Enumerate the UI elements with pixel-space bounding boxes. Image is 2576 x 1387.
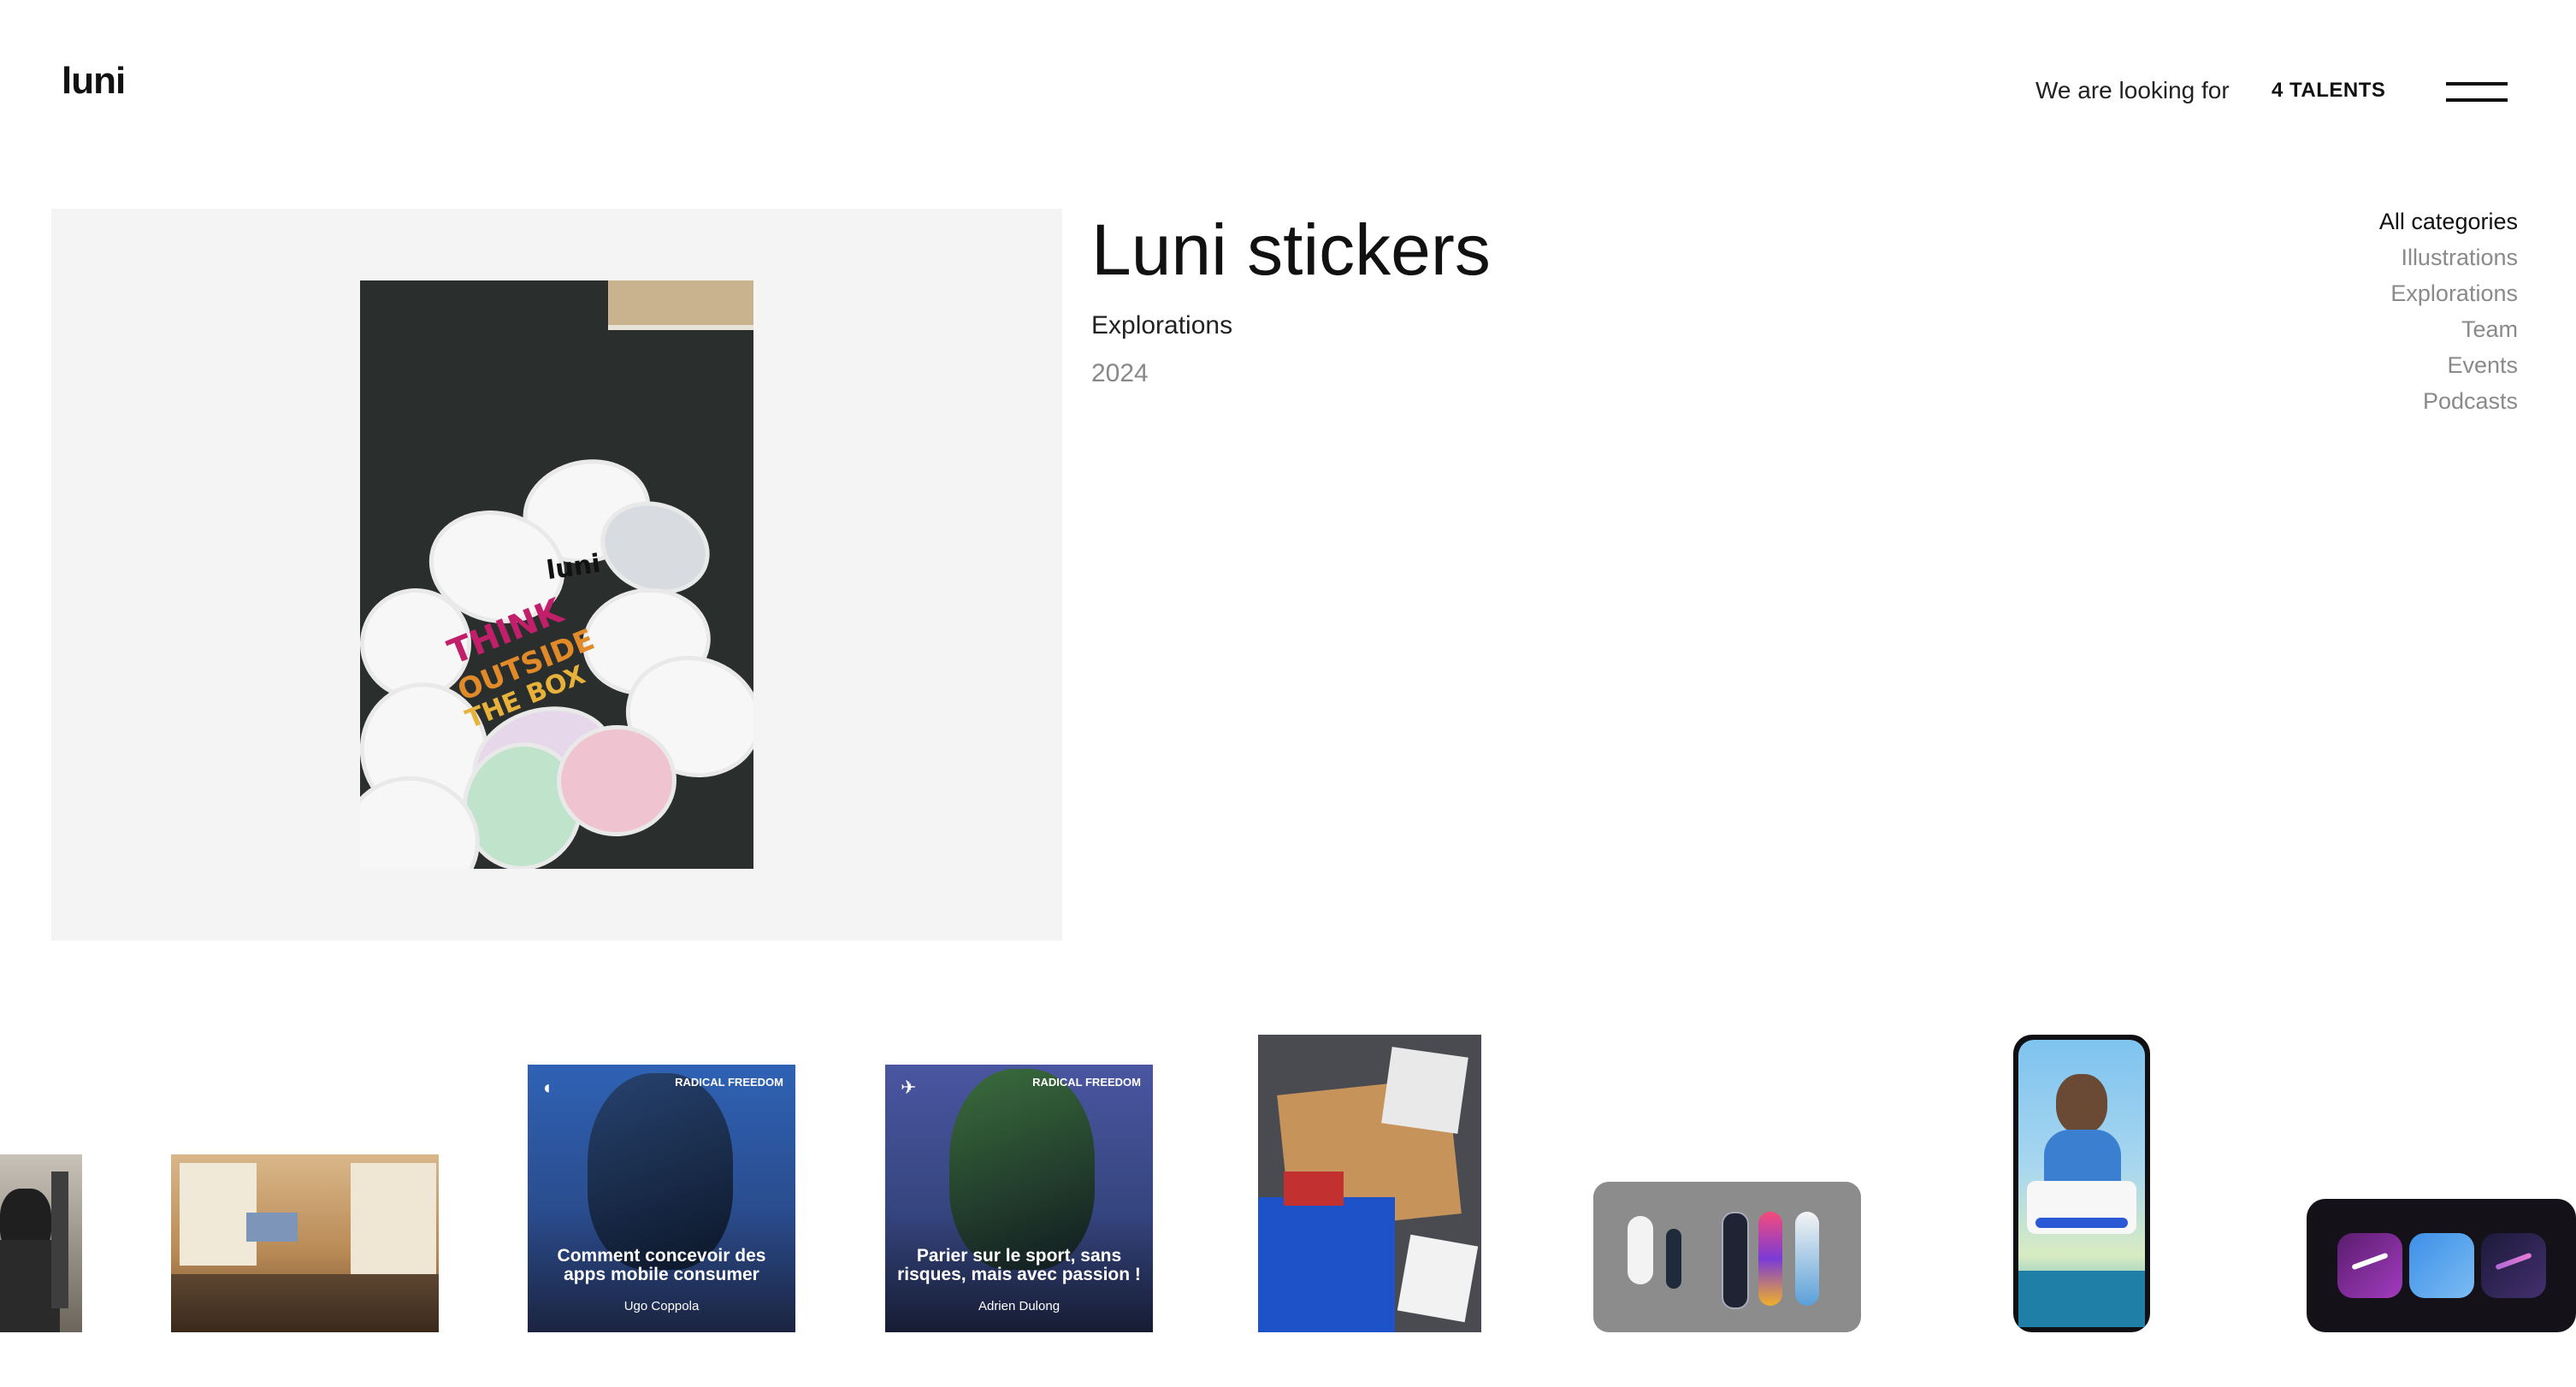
photo-box-prop (608, 280, 753, 330)
thumbnail-app-icons[interactable] (2307, 1199, 2576, 1332)
phone-cta-button (2035, 1218, 2128, 1228)
thumbnail-phone-app[interactable] (2013, 1035, 2150, 1332)
podcast-badge: RADICAL FREEDOM (675, 1076, 783, 1089)
podcast-portrait (949, 1069, 1095, 1270)
app-icon-blue (2409, 1233, 2474, 1298)
podcast-logo-icon: ✈ (901, 1077, 917, 1098)
category-podcasts[interactable]: Podcasts (2379, 383, 2518, 419)
thumbnail-event-room[interactable] (171, 1154, 439, 1332)
category-illustrations[interactable]: Illustrations (2379, 239, 2518, 275)
category-events[interactable]: Events (2379, 347, 2518, 383)
phone-stats-bar (2018, 1271, 2145, 1327)
app-icon-dark (2481, 1233, 2546, 1298)
project-photo: luni THINK OUTSIDE THE BOX (360, 280, 753, 869)
podcast-badge: RADICAL FREEDOM (1032, 1076, 1141, 1089)
thumb-card (1381, 1047, 1468, 1134)
thumb-window (351, 1163, 436, 1274)
menu-line-top (2446, 82, 2508, 86)
thumbnail-merch-box[interactable] (1258, 1035, 1481, 1332)
menu-line-bottom (2446, 98, 2508, 102)
project-hero: luni THINK OUTSIDE THE BOX (51, 209, 1062, 941)
category-all[interactable]: All categories (2379, 204, 2518, 239)
hiring-label: We are looking for (2035, 77, 2230, 103)
thumb-screen (246, 1213, 298, 1242)
category-explorations[interactable]: Explorations (2379, 275, 2518, 311)
thumb-board (1795, 1212, 1819, 1306)
thumb-blue-fabric (1258, 1197, 1395, 1332)
category-team[interactable]: Team (2379, 311, 2518, 347)
podcast-logo-icon: ◐ (543, 1077, 555, 1098)
thumb-red-item (1284, 1172, 1344, 1206)
thumb-postcard (1397, 1234, 1479, 1323)
podcast-author: Ugo Coppola (623, 1299, 700, 1313)
podcast-portrait (588, 1073, 733, 1270)
hamburger-menu-icon[interactable] (2446, 82, 2508, 104)
thumbnail-podcast-adrien[interactable]: ✈ RADICAL FREEDOM Parier sur le sport, s… (885, 1065, 1153, 1332)
luni-logo[interactable]: luni (62, 60, 126, 103)
project-thumbnail-strip: ◐ RADICAL FREEDOM Comment concevoir des … (0, 1026, 2576, 1334)
podcast-author: Adrien Dulong (978, 1299, 1061, 1313)
thumb-window (180, 1163, 257, 1266)
podcast-title: Comment concevoir des apps mobile consum… (557, 1246, 766, 1284)
project-title: Luni stickers (1091, 210, 1491, 290)
thumb-screen-edge (51, 1172, 68, 1308)
thumbnail-podcast-ugo[interactable]: ◐ RADICAL FREEDOM Comment concevoir des … (528, 1065, 795, 1332)
thumbnail-snowboards[interactable] (1593, 1182, 1861, 1332)
project-year: 2024 (1091, 359, 1149, 387)
thumb-audience (171, 1274, 439, 1332)
phone-avatar-head (2056, 1074, 2107, 1134)
category-filter: All categories Illustrations Exploration… (2379, 204, 2518, 419)
thumb-figure-toy (1628, 1216, 1653, 1284)
thumb-board (1758, 1212, 1782, 1306)
phone-screen (2018, 1040, 2145, 1327)
sticker-logo-text: luni (544, 548, 603, 587)
talents-link[interactable]: 4 TALENTS (2272, 79, 2385, 103)
thumbnail-event-talk[interactable] (0, 1154, 82, 1332)
project-category[interactable]: Explorations (1091, 311, 1232, 340)
thumb-board (1722, 1212, 1749, 1309)
thumb-mini-board (1666, 1229, 1681, 1289)
app-icon-purple (2337, 1233, 2402, 1298)
podcast-title: Parier sur le sport, sans risques, mais … (897, 1246, 1141, 1284)
